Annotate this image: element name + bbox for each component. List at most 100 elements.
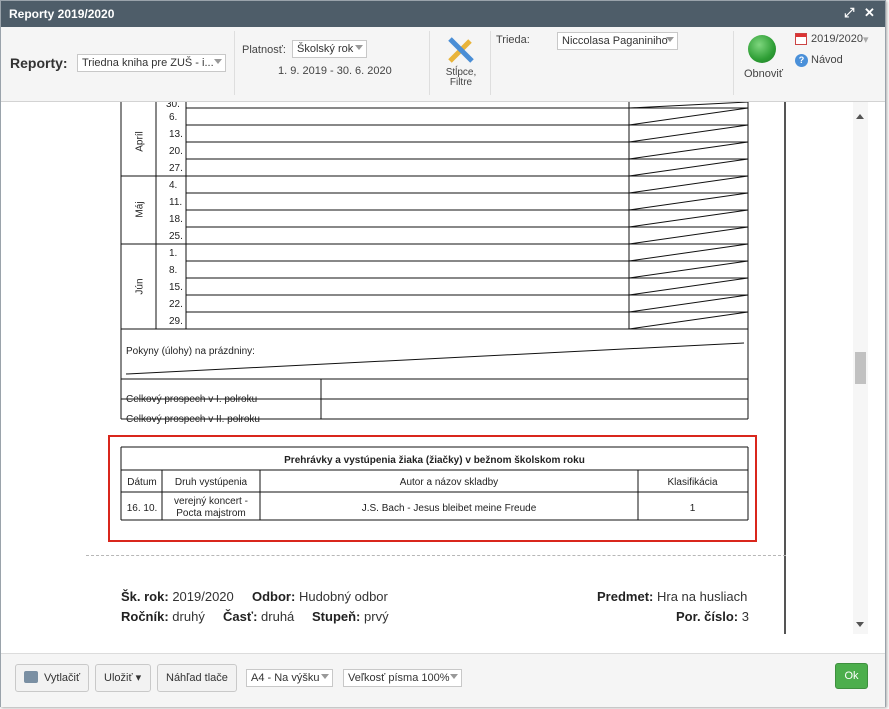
grid-diagonal bbox=[628, 209, 749, 228]
class-select[interactable]: Niccolasa Paganiniho bbox=[557, 32, 678, 50]
partial-row-label: 30. bbox=[166, 102, 180, 110]
day-number: 8. bbox=[169, 265, 178, 276]
validity-select-value: Školský rok bbox=[297, 43, 354, 55]
grid-diagonal bbox=[628, 277, 749, 296]
close-icon[interactable]: ✕ bbox=[864, 5, 875, 21]
day-number: 6. bbox=[169, 112, 178, 123]
report-window: Reporty 2019/2020 ⤢ ✕ Reporty: Triedna k… bbox=[0, 0, 886, 707]
refresh-label[interactable]: Obnoviť bbox=[744, 68, 783, 80]
divider bbox=[234, 31, 235, 95]
page-format-value: A4 - Na výšku bbox=[251, 672, 320, 684]
vertical-scrollbar[interactable] bbox=[853, 102, 868, 634]
footer-school-year-label: Šk. rok: bbox=[121, 589, 169, 604]
grid-diagonal bbox=[628, 175, 749, 194]
footer-part: Časť: druhá bbox=[223, 609, 294, 624]
footer-part-value: druhá bbox=[261, 609, 295, 624]
bottom-bar: Vytlačiť Uložiť ▾ Náhľad tlače A4 - Na v… bbox=[1, 653, 885, 707]
day-number: 11. bbox=[169, 197, 183, 208]
chevron-down-icon bbox=[666, 37, 674, 42]
calendar-icon bbox=[795, 33, 807, 45]
save-button[interactable]: Uložiť ▾ bbox=[95, 664, 151, 692]
grid-diagonal bbox=[628, 102, 749, 109]
day-number: 20. bbox=[169, 146, 183, 157]
day-number: 25. bbox=[169, 231, 183, 242]
grid-diagonal bbox=[628, 124, 749, 143]
chevron-down-icon bbox=[321, 674, 329, 679]
scroll-thumb[interactable] bbox=[855, 352, 866, 384]
divider bbox=[490, 31, 491, 95]
grid-diagonal bbox=[628, 226, 749, 245]
year-select[interactable]: 2019/2020 bbox=[811, 33, 863, 45]
columns-filters-label-2: Filtre bbox=[449, 77, 473, 88]
divider bbox=[733, 31, 734, 95]
save-button-label: Uložiť ▾ bbox=[104, 672, 142, 684]
footer-dept-label: Odbor: bbox=[252, 589, 296, 604]
reports-label: Reporty: bbox=[10, 55, 68, 71]
day-number: 13. bbox=[169, 129, 183, 140]
footer-part-label: Časť: bbox=[223, 609, 258, 624]
month-label: Máj bbox=[134, 201, 146, 218]
footer-subject: Predmet: Hra na husliach bbox=[597, 589, 747, 604]
print-button[interactable]: Vytlačiť bbox=[15, 664, 89, 692]
footer-order-label: Por. číslo: bbox=[676, 609, 739, 624]
validity-select[interactable]: Školský rok bbox=[292, 40, 367, 58]
grid-diagonal bbox=[628, 107, 749, 126]
print-button-label: Vytlačiť bbox=[44, 672, 81, 684]
page-break bbox=[86, 555, 786, 556]
day-number: 27. bbox=[169, 163, 183, 174]
chevron-down-icon bbox=[450, 674, 458, 679]
print-preview-label: Náhľad tlače bbox=[166, 672, 228, 684]
chevron-down-icon[interactable]: ▾ bbox=[863, 33, 869, 46]
footer-grade: Ročník: druhý bbox=[121, 609, 205, 624]
day-number: 22. bbox=[169, 299, 183, 310]
class-select-value: Niccolasa Paganiniho bbox=[562, 35, 668, 47]
footer-order: Por. číslo: 3 bbox=[676, 609, 749, 624]
footer-level-value: prvý bbox=[364, 609, 389, 624]
grid-diagonal bbox=[628, 192, 749, 211]
columns-filters-button[interactable]: Stĺpce, Filtre bbox=[438, 31, 484, 93]
page-format-select[interactable]: A4 - Na výšku bbox=[246, 669, 333, 687]
day-number: 4. bbox=[169, 180, 178, 191]
scroll-down-icon[interactable] bbox=[856, 622, 864, 627]
grid-diagonal bbox=[628, 311, 749, 330]
help-icon[interactable]: ? bbox=[795, 54, 808, 67]
footer-grade-value: druhý bbox=[172, 609, 205, 624]
class-label: Trieda: bbox=[496, 34, 530, 46]
footer-school-year-value: 2019/2020 bbox=[172, 589, 234, 604]
day-number: 29. bbox=[169, 316, 183, 327]
chevron-down-icon bbox=[214, 59, 222, 64]
grid-diagonal bbox=[628, 294, 749, 313]
report-select[interactable]: Triedna kniha pre ZUŠ - i... bbox=[77, 54, 226, 72]
footer-dept-value: Hudobný odbor bbox=[298, 589, 388, 604]
help-link[interactable]: Návod bbox=[811, 54, 843, 66]
scroll-up-icon[interactable] bbox=[856, 114, 864, 119]
footer-level-label: Stupeň: bbox=[312, 609, 361, 624]
printer-icon bbox=[24, 671, 38, 683]
day-number: 18. bbox=[169, 214, 183, 225]
report-select-value: Triedna kniha pre ZUŠ - i... bbox=[82, 57, 214, 69]
ok-button[interactable]: Ok bbox=[835, 663, 868, 689]
maximize-icon[interactable]: ⤢ bbox=[844, 5, 854, 21]
footer-grade-label: Ročník: bbox=[121, 609, 169, 624]
grid-diagonal bbox=[628, 158, 749, 177]
refresh-icon[interactable] bbox=[748, 35, 776, 63]
footer-order-value: 3 bbox=[741, 609, 749, 624]
month-label: Apríl bbox=[134, 131, 146, 152]
font-size-select[interactable]: Veľkosť písma 100% bbox=[343, 669, 462, 687]
date-range: 1. 9. 2019 - 30. 6. 2020 bbox=[278, 65, 392, 77]
footer-dept: Odbor: Hudobný odbor bbox=[252, 589, 388, 604]
pencil-ruler-icon bbox=[448, 37, 474, 63]
divider bbox=[429, 31, 430, 95]
report-preview[interactable]: 30. Pokyny (úlohy) na prázdniny: Celkový… bbox=[4, 102, 870, 634]
footer-school-year: Šk. rok: 2019/2020 bbox=[121, 589, 234, 604]
footer-level: Stupeň: prvý bbox=[312, 609, 389, 624]
grid-diagonal bbox=[628, 260, 749, 279]
footer-subject-label: Predmet: bbox=[597, 589, 654, 604]
validity-label: Platnosť: bbox=[242, 44, 286, 56]
print-preview-button[interactable]: Náhľad tlače bbox=[157, 664, 237, 692]
day-number: 1. bbox=[169, 248, 178, 259]
highlight-box bbox=[108, 435, 757, 542]
font-size-value: Veľkosť písma 100% bbox=[348, 672, 450, 684]
month-label: Jún bbox=[134, 277, 146, 295]
overall-second-half: Celkový prospech v II. polroku bbox=[126, 414, 260, 425]
